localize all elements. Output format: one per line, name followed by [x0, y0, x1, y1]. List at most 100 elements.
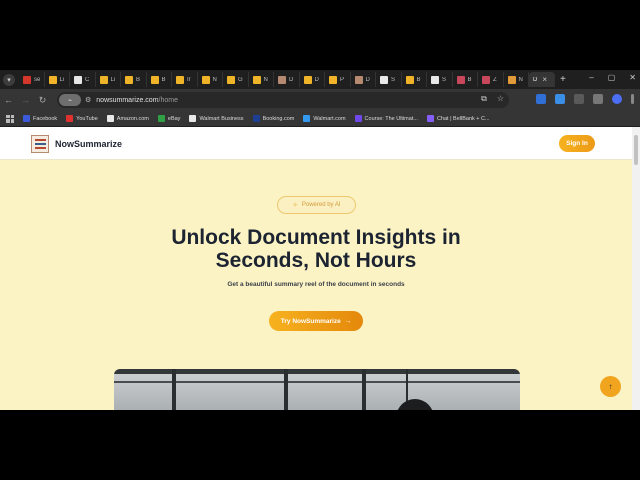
powered-by-ai-badge: ✧ Powered by AI: [277, 196, 356, 214]
browser-tab[interactable]: S: [376, 72, 402, 87]
scrollbar-thumb[interactable]: [634, 135, 638, 165]
bookmark-item[interactable]: Booking.com: [252, 115, 295, 122]
badge-text: Powered by AI: [301, 202, 341, 208]
browser-tab[interactable]: D: [300, 72, 325, 87]
hero-image: [114, 369, 520, 410]
bookmark-item[interactable]: Walmart Business: [189, 115, 244, 122]
browser-tab[interactable]: B: [121, 72, 147, 87]
browser-tab[interactable]: D: [351, 72, 376, 87]
tab-favicon-icon: [482, 75, 490, 84]
browser-tab[interactable]: N: [504, 72, 529, 87]
browser-tab[interactable]: G: [223, 72, 249, 87]
site-header: NowSummarize Sign In: [0, 127, 632, 160]
bookmarks-bar: Facebook YouTube Amazon.com eBay Walmart Bus…: [0, 111, 640, 127]
browser-tab[interactable]: Z: [478, 72, 504, 87]
active-tab[interactable]: D ×: [529, 72, 555, 87]
bookmark-favicon-icon: [252, 115, 260, 122]
bookmark-item[interactable]: eBay: [157, 115, 181, 122]
tab-favicon-icon: [507, 75, 516, 84]
tab-close-icon[interactable]: ×: [542, 75, 547, 84]
hero-subtitle: Get a beautiful summary reel of the docu…: [227, 281, 405, 288]
tab-search-icon[interactable]: ▾: [3, 73, 15, 86]
active-tab-label: D: [533, 76, 538, 83]
browser-tab[interactable]: P: [325, 72, 351, 87]
browser-tab[interactable]: C: [70, 72, 96, 87]
tab-strip: ▾ se Li C Li B B Ir N G N D D P D S B S B Z N D × + – ▢ ✕: [0, 70, 640, 89]
forward-icon[interactable]: →: [17, 95, 34, 105]
try-nowsummarize-button[interactable]: Try NowSummarize →: [269, 311, 363, 331]
bookmark-item[interactable]: Walmart.com: [303, 115, 346, 122]
browser-tab[interactable]: Li: [45, 72, 70, 87]
bookmark-label: eBay: [167, 115, 181, 122]
apps-grid-icon[interactable]: [6, 114, 14, 123]
page-scrollbar[interactable]: [632, 127, 640, 410]
bookmark-favicon-icon: [189, 115, 197, 122]
bookmark-item[interactable]: YouTube: [66, 115, 98, 122]
browser-tab[interactable]: S: [427, 72, 453, 87]
tab-favicon-icon: [278, 75, 286, 84]
extension-icon[interactable]: [574, 94, 584, 104]
bookmark-favicon-icon: [66, 115, 74, 122]
browser-tab[interactable]: Li: [96, 72, 121, 87]
logo-icon[interactable]: [31, 135, 49, 153]
url-path: /home: [158, 96, 178, 104]
browser-tab[interactable]: Ir: [172, 72, 198, 87]
reload-icon[interactable]: ↻: [34, 95, 51, 106]
maximize-icon[interactable]: ▢: [608, 73, 616, 82]
browser-tab[interactable]: N: [249, 72, 274, 87]
install-app-icon[interactable]: ⧉: [481, 94, 487, 104]
scroll-to-top-button[interactable]: ↑: [600, 376, 621, 397]
bookmark-favicon-icon: [303, 115, 311, 122]
hero-title-line: Unlock Document Insights in: [171, 226, 461, 249]
back-icon[interactable]: ←: [0, 95, 17, 105]
browser-tab[interactable]: B: [453, 72, 478, 87]
address-bar: ← → ↻ ⌁ ⚙ nowsummarize.com/home ⧉ ☆: [0, 89, 640, 111]
browser-tab[interactable]: se: [19, 72, 45, 87]
tab-label: N: [212, 76, 217, 83]
browser-tab[interactable]: N: [198, 72, 223, 87]
tab-favicon-icon: [405, 75, 414, 84]
tab-favicon-icon: [227, 75, 235, 84]
url-text[interactable]: nowsummarize.com/home: [96, 97, 178, 104]
bookmark-item[interactable]: Facebook: [23, 115, 57, 122]
site-info-icon[interactable]: ⌁: [59, 94, 81, 106]
tab-favicon-icon: [354, 75, 363, 84]
tab-favicon-icon: [201, 75, 210, 84]
omnibox[interactable]: ⌁ ⚙ nowsummarize.com/home ⧉ ☆: [57, 92, 509, 108]
extension-icon[interactable]: [555, 94, 565, 104]
arrow-right-icon: →: [344, 317, 352, 325]
browser-tab[interactable]: D: [274, 72, 300, 87]
browser-tab[interactable]: B: [402, 72, 427, 87]
browser-tab[interactable]: B: [147, 72, 172, 87]
tab-favicon-icon: [329, 75, 337, 84]
tab-label: Li: [110, 76, 116, 83]
new-tab-button[interactable]: +: [560, 74, 566, 85]
minimize-icon[interactable]: –: [589, 73, 593, 82]
bookmark-item[interactable]: Amazon.com: [106, 115, 149, 122]
tab-label: S: [442, 76, 447, 83]
close-icon[interactable]: ✕: [629, 73, 636, 82]
profile-icon[interactable]: [612, 94, 622, 104]
omnibox-actions: ⧉ ☆: [481, 94, 504, 104]
menu-icon[interactable]: [631, 94, 634, 104]
extension-icon[interactable]: [536, 94, 546, 104]
cta-label: Try NowSummarize: [280, 317, 341, 325]
tab-favicon-icon: [125, 75, 133, 84]
bookmark-label: Booking.com: [262, 115, 295, 122]
bookmark-label: Walmart Business: [199, 115, 244, 122]
tab-label: N: [263, 76, 268, 83]
tab-favicon-icon: [48, 75, 57, 84]
bookmark-item[interactable]: Course: The Ultimat...: [354, 115, 418, 122]
tab-label: N: [518, 76, 523, 83]
bookmark-favicon-icon: [157, 115, 165, 122]
puzzle-icon[interactable]: [593, 94, 603, 104]
tab-favicon-icon: [99, 75, 108, 84]
sign-in-button[interactable]: Sign In: [559, 135, 595, 152]
bookmark-item[interactable]: Chat | BellBank + C...: [426, 115, 490, 122]
bookmark-label: Chat | BellBank + C...: [436, 115, 490, 122]
tab-label: Ir: [187, 76, 191, 83]
bookmark-star-icon[interactable]: ☆: [497, 94, 504, 104]
bookmark-favicon-icon: [354, 115, 362, 122]
tune-icon[interactable]: ⚙: [85, 96, 91, 104]
brand-name[interactable]: NowSummarize: [55, 139, 122, 149]
